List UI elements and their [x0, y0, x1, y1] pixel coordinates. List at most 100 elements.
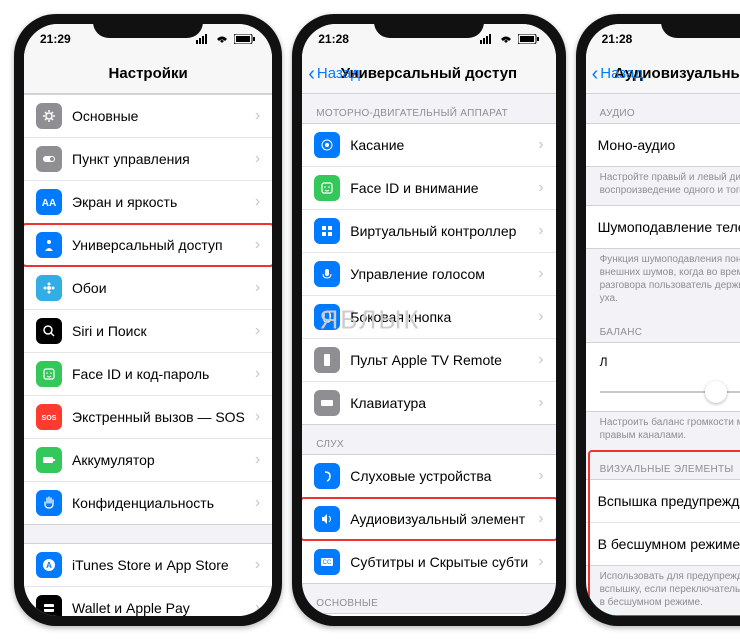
hand-icon [36, 490, 62, 516]
section-footer: Функция шумоподавления понижает уровень … [586, 249, 740, 313]
row-label: Обои [72, 280, 245, 296]
chevron-right-icon: › [255, 365, 260, 383]
row-label: Слуховые устройства [350, 468, 528, 484]
settings-row[interactable]: AA Экран и яркость › [24, 181, 272, 224]
wifi-icon [498, 34, 514, 44]
chevron-right-icon: › [538, 467, 543, 485]
speaker-icon [314, 506, 340, 532]
chevron-right-icon: › [255, 236, 260, 254]
chevron-right-icon: › [255, 279, 260, 297]
chevron-right-icon: › [538, 351, 543, 369]
section-header: СЛУХ [302, 425, 555, 454]
settings-row[interactable]: Конфиденциальность› [24, 482, 272, 524]
device-frame-1: 21:29 Настройки Основные›Пункт управлени… [14, 14, 282, 626]
row-label: Аудиовизуальный элемент [350, 511, 528, 527]
row-mono-audio[interactable]: Моно-аудио [586, 124, 740, 166]
chevron-right-icon: › [538, 553, 543, 571]
back-button[interactable]: ‹ Назад [308, 64, 360, 84]
touch-icon [314, 132, 340, 158]
faceid-icon [314, 175, 340, 201]
chevron-right-icon: › [255, 451, 260, 469]
settings-row[interactable]: Face ID и внимание› [302, 167, 555, 210]
settings-row[interactable]: Пульт Apple TV Remote› [302, 339, 555, 382]
row-label: Face ID и код-пароль [72, 366, 245, 382]
nav-header: ‹ Назад Универсальный доступ [302, 54, 555, 94]
settings-row[interactable]: Гид-доступ› [302, 614, 555, 616]
row-label: Пункт управления [72, 151, 245, 167]
svg-text:SOS: SOS [42, 415, 57, 422]
nav-header: Настройки [24, 54, 272, 94]
section-footer: Настроить баланс громкости между левым и… [586, 412, 740, 450]
device-frame-3: 21:28 ‹ Назад Аудиовизуальный элемент АУ… [576, 14, 740, 626]
row-label: Универсальный доступ [72, 237, 245, 253]
gear-icon [36, 103, 62, 129]
search-icon [36, 318, 62, 344]
back-button[interactable]: ‹ Назад [592, 64, 644, 84]
row-label: Моно-аудио [598, 137, 740, 153]
cc-icon: CC [314, 549, 340, 575]
row-noise-cancel[interactable]: Шумоподавление телефона [586, 206, 740, 248]
balance-left-label: Л [600, 355, 608, 369]
settings-row[interactable]: Универсальный доступ › [24, 224, 272, 267]
wifi-icon [214, 34, 230, 44]
settings-row[interactable]: SOSЭкстренный вызов — SOS› [24, 396, 272, 439]
section-header-balance: БАЛАНС [586, 313, 740, 342]
notch [93, 14, 203, 38]
back-label: Назад [317, 65, 360, 82]
section-header-audio: АУДИО [586, 94, 740, 123]
row-label: Аккумулятор [72, 452, 245, 468]
chevron-right-icon: › [255, 193, 260, 211]
chevron-right-icon: › [255, 494, 260, 512]
battery-icon [234, 34, 256, 44]
row-silent-mode[interactable]: В бесшумном режиме [586, 523, 740, 565]
settings-row[interactable]: Виртуальный контроллер› [302, 210, 555, 253]
settings-row[interactable]: Клавиатура› [302, 382, 555, 424]
sos-icon: SOS [36, 404, 62, 430]
settings-row[interactable]: Обои › [24, 267, 272, 310]
balance-slider-row[interactable]: Л П [586, 343, 740, 411]
settings-row[interactable]: Боковая кнопка› [302, 296, 555, 339]
status-icons [480, 34, 540, 44]
row-label: iTunes Store и App Store [72, 557, 245, 573]
chevron-right-icon: › [538, 308, 543, 326]
section-header: МОТОРНО-ДВИГАТЕЛЬНЫЙ АППАРАТ [302, 94, 555, 123]
settings-row[interactable]: Wallet и Apple Pay› [24, 587, 272, 616]
settings-row[interactable]: CCСубтитры и Скрытые субти› [302, 541, 555, 583]
remote-icon [314, 347, 340, 373]
row-label: Шумоподавление телефона [598, 219, 740, 235]
balance-slider[interactable] [600, 391, 740, 393]
status-icons [196, 34, 256, 44]
section-footer: Использовать для предупреждений LED-вспы… [586, 566, 740, 616]
settings-row[interactable]: Face ID и код-пароль › [24, 353, 272, 396]
settings-row[interactable]: Управление голосом› [302, 253, 555, 296]
settings-row[interactable]: AiTunes Store и App Store › [24, 544, 272, 587]
chevron-right-icon: › [538, 394, 543, 412]
settings-row[interactable]: Аудиовизуальный элемент› [302, 498, 555, 541]
section-footer: Настройте правый и левый динамик на восп… [586, 167, 740, 205]
row-label: Wallet и Apple Pay [72, 600, 245, 616]
settings-row[interactable]: Основные› [24, 95, 272, 138]
svg-text:AA: AA [42, 198, 56, 209]
settings-row[interactable]: Касание› [302, 124, 555, 167]
page-title: Универсальный доступ [341, 65, 517, 82]
keyboard-icon [314, 390, 340, 416]
a-icon: A [36, 552, 62, 578]
notch [661, 14, 740, 38]
chevron-right-icon: › [255, 556, 260, 574]
row-flash-alerts[interactable]: Вспышка предупреждений [586, 480, 740, 523]
row-label: В бесшумном режиме [598, 536, 740, 552]
chevron-right-icon: › [255, 408, 260, 426]
notch [374, 14, 484, 38]
settings-row[interactable]: Аккумулятор › [24, 439, 272, 482]
chevron-right-icon: › [538, 265, 543, 283]
settings-row[interactable]: Siri и Поиск› [24, 310, 272, 353]
row-label: Вспышка предупреждений [598, 493, 740, 509]
chevron-left-icon: ‹ [592, 64, 599, 84]
settings-row[interactable]: Слуховые устройства › [302, 455, 555, 498]
row-label: Касание [350, 137, 528, 153]
chevron-right-icon: › [255, 107, 260, 125]
settings-row[interactable]: Пункт управления› [24, 138, 272, 181]
svg-text:CC: CC [323, 560, 332, 566]
row-label: Экран и яркость [72, 194, 245, 210]
status-time: 21:28 [602, 32, 633, 46]
